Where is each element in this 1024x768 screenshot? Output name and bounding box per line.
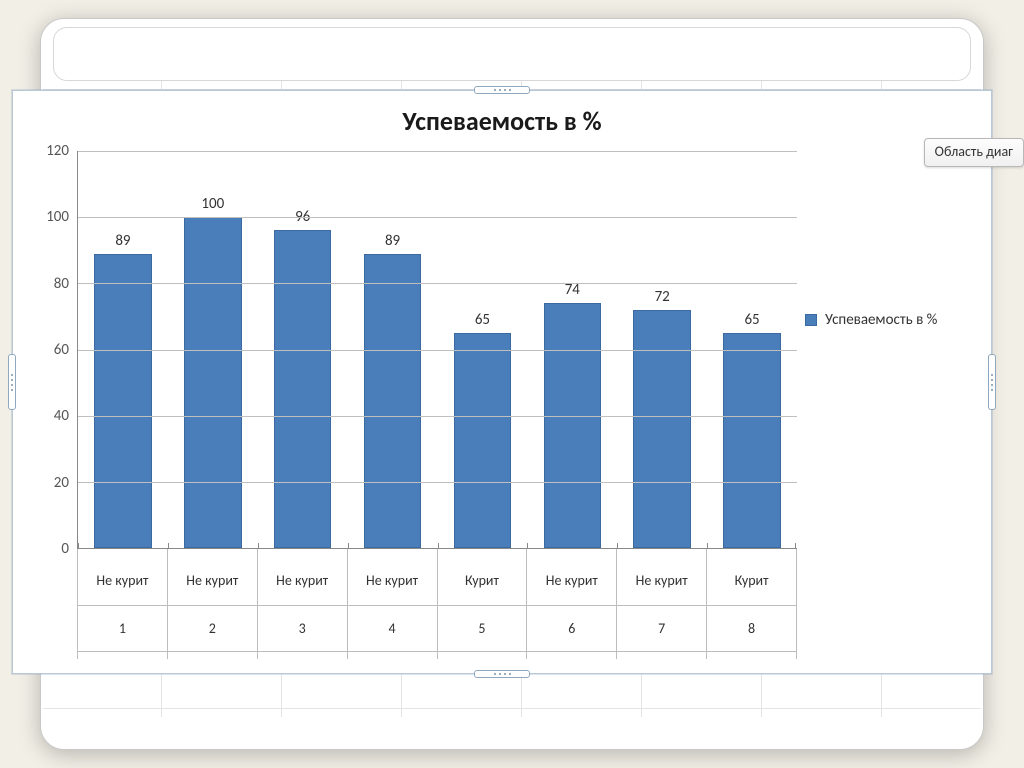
y-axis-labels: 020406080100120 [27,151,797,549]
y-tick-label: 40 [27,407,69,425]
x-category-level1: Не курит [258,555,347,606]
x-category-level1: Не курит [617,555,706,606]
x-category-group: Не курит1 [77,549,168,659]
x-category-group: Не курит3 [258,549,348,659]
y-tick-label: 0 [27,540,69,558]
chart-object[interactable]: Успеваемость в % 89100968965747265 Не ку… [12,90,992,674]
chart-area-tooltip: Область диаг [924,138,1024,167]
x-category-level1: Курит [438,555,527,606]
resize-handle-right[interactable] [988,354,996,410]
x-category-level2: 8 [707,605,796,652]
x-category-group: Курит8 [707,549,797,659]
x-category-level2: 2 [168,605,257,652]
y-tick-label: 60 [27,341,69,359]
x-category-level2: 7 [617,605,706,652]
resize-handle-top[interactable] [474,86,530,94]
x-category-group: Не курит2 [168,549,258,659]
resize-handle-bottom[interactable] [474,670,530,678]
y-tick-label: 80 [27,275,69,293]
x-category-level1: Курит [707,555,796,606]
legend: Успеваемость в % [805,311,973,329]
x-category-level2: 3 [258,605,347,652]
x-category-group: Не курит7 [617,549,707,659]
legend-label: Успеваемость в % [825,311,937,329]
x-category-level1: Не курит [168,555,257,606]
x-category-level1: Не курит [527,555,616,606]
resize-handle-left[interactable] [8,354,16,410]
x-category-level2: 4 [348,605,437,652]
y-tick-label: 100 [27,208,69,226]
x-category-level1: Не курит [348,555,437,606]
x-category-level2: 1 [78,605,167,652]
x-category-level1: Не курит [78,555,167,606]
x-category-group: Не курит4 [348,549,438,659]
chart-title: Успеваемость в % [13,91,991,147]
y-tick-label: 120 [27,142,69,160]
chart-body: 89100968965747265 Не курит1Не курит2Не к… [27,151,797,659]
x-category-level2: 6 [527,605,616,652]
legend-swatch [805,314,817,326]
y-tick-label: 20 [27,474,69,492]
slide-top-panel [53,27,971,81]
x-category-group: Курит5 [438,549,528,659]
x-axis: Не курит1Не курит2Не курит3Не курит4Кури… [77,549,797,659]
x-category-group: Не курит6 [527,549,617,659]
x-category-level2: 5 [438,605,527,652]
